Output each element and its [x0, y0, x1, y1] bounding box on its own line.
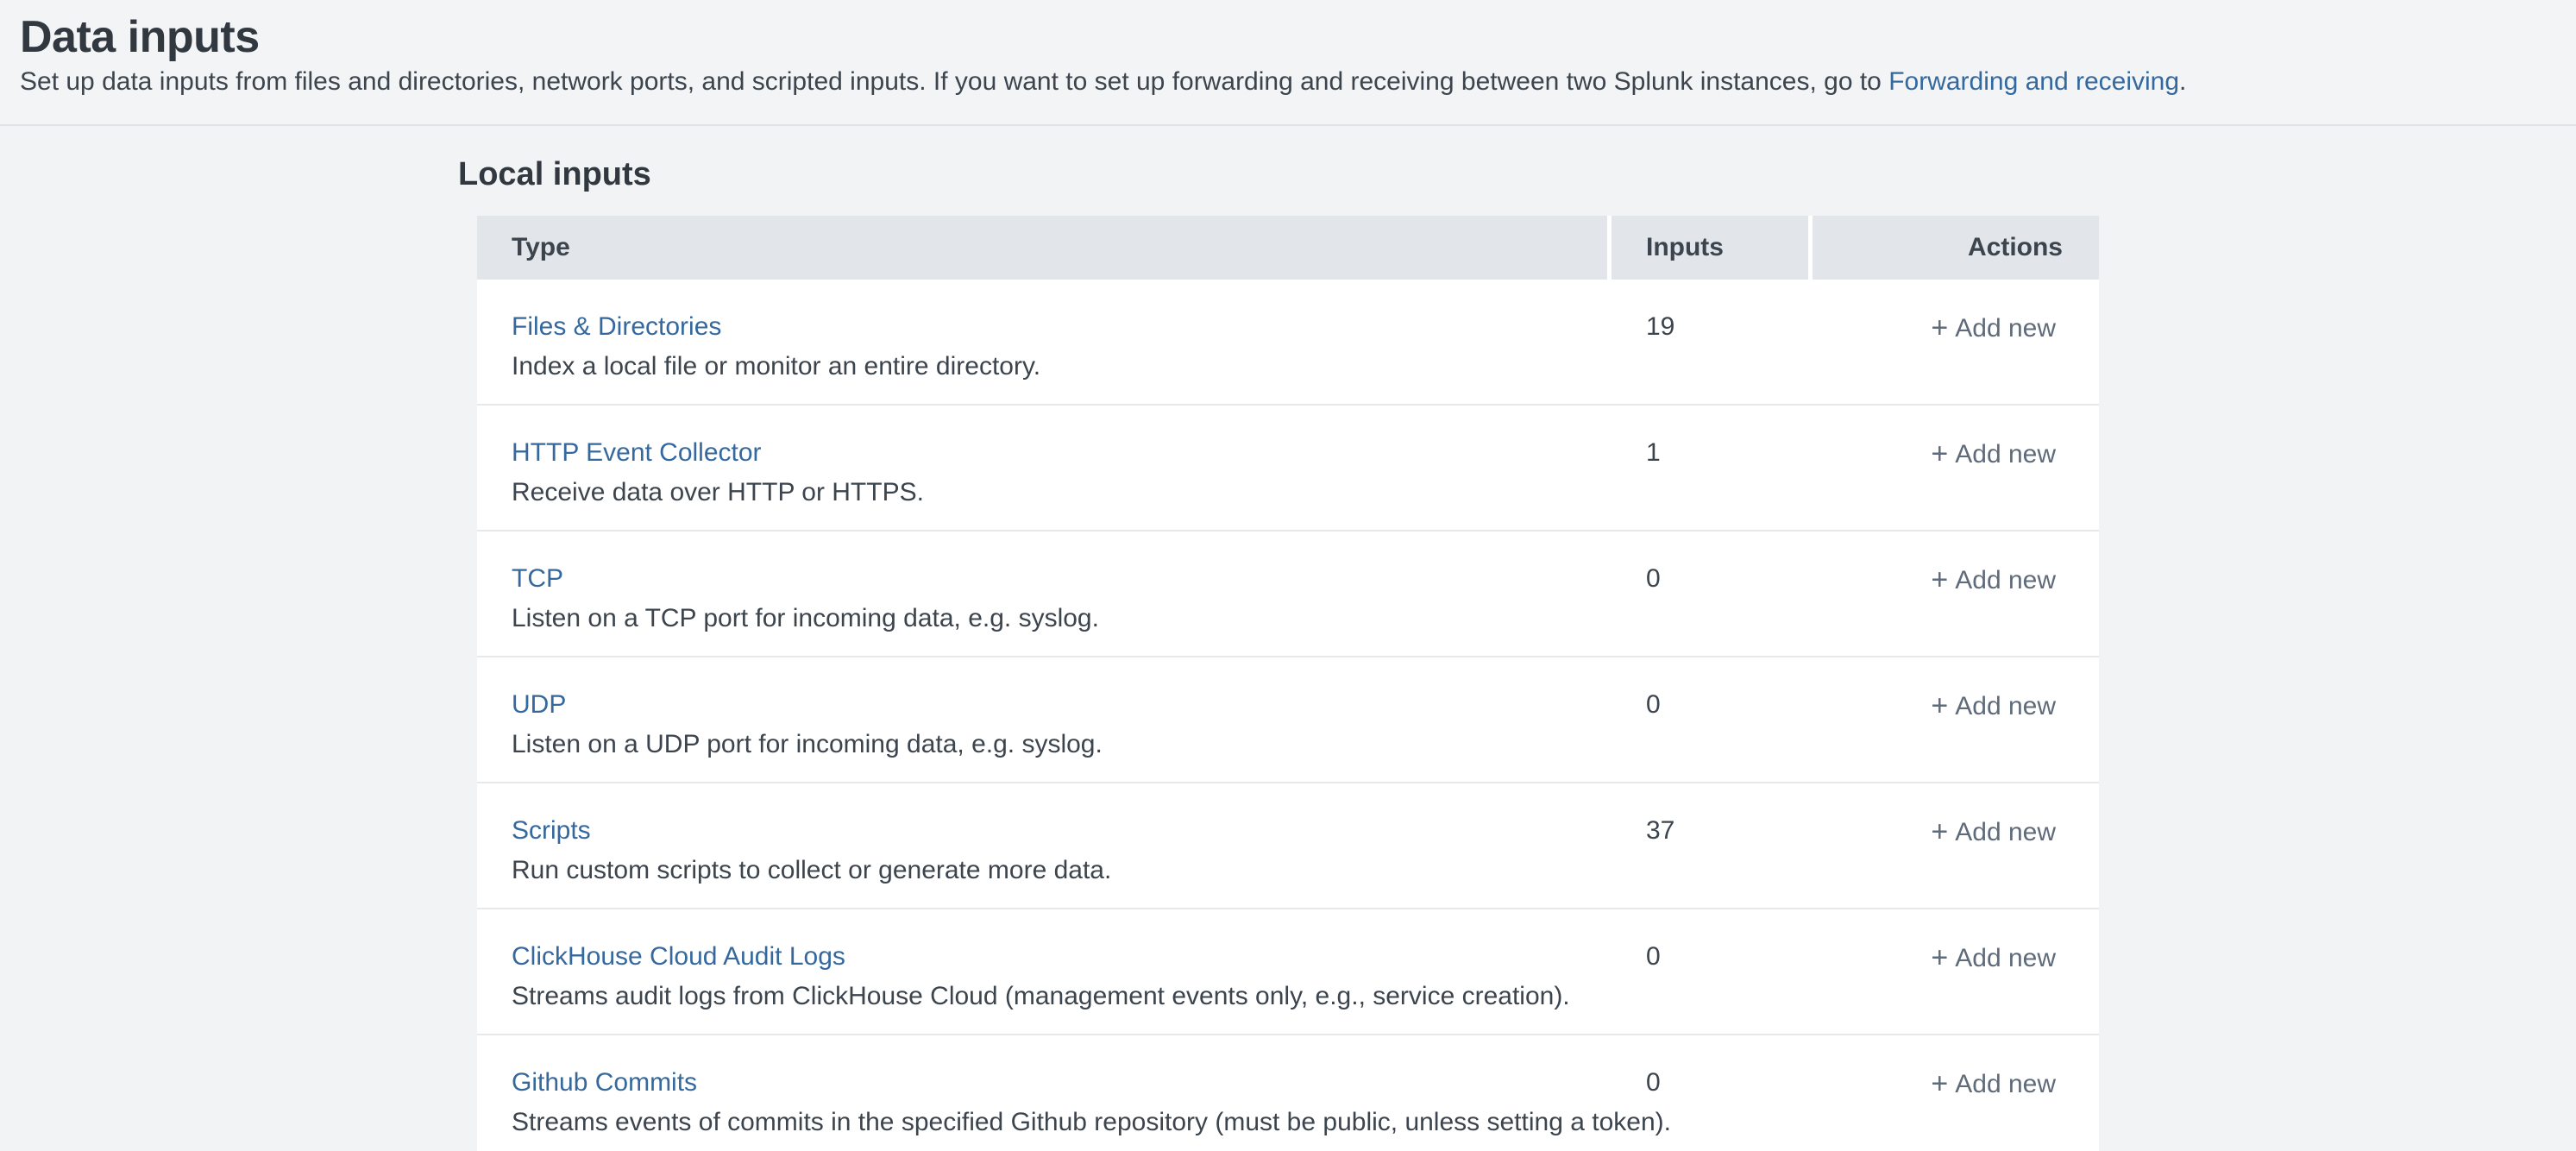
type-cell: Files & Directories Index a local file o…: [477, 280, 1607, 404]
actions-cell: +Add new: [1813, 280, 2099, 404]
inputs-count: 19: [1612, 280, 1808, 404]
table-row: UDP Listen on a UDP port for incoming da…: [477, 657, 2099, 783]
local-inputs-table: Type Inputs Actions Files & Directories …: [477, 216, 2099, 1151]
add-new-link[interactable]: +Add new: [1931, 818, 2056, 846]
add-new-label: Add new: [1955, 692, 2056, 720]
content-area: Local inputs Type Inputs Actions Files &…: [0, 155, 2576, 1151]
actions-cell: +Add new: [1813, 406, 2099, 530]
actions-cell: +Add new: [1813, 657, 2099, 782]
plus-icon: +: [1931, 1067, 1948, 1100]
input-type-description: Streams events of commits in the specifi…: [512, 1106, 1581, 1139]
add-new-link[interactable]: +Add new: [1931, 944, 2056, 972]
add-new-label: Add new: [1955, 566, 2056, 594]
input-type-link[interactable]: HTTP Event Collector: [512, 437, 762, 469]
input-type-link[interactable]: Files & Directories: [512, 311, 721, 343]
input-type-description: Listen on a UDP port for incoming data, …: [512, 728, 1581, 761]
actions-cell: +Add new: [1813, 531, 2099, 656]
add-new-label: Add new: [1955, 818, 2056, 846]
input-type-description: Streams audit logs from ClickHouse Cloud…: [512, 980, 1581, 1013]
input-type-description: Listen on a TCP port for incoming data, …: [512, 602, 1581, 635]
add-new-label: Add new: [1955, 1070, 2056, 1098]
actions-cell: +Add new: [1813, 783, 2099, 908]
add-new-label: Add new: [1955, 440, 2056, 469]
type-cell: TCP Listen on a TCP port for incoming da…: [477, 531, 1607, 656]
column-header-type: Type: [477, 216, 1607, 280]
table-row: Scripts Run custom scripts to collect or…: [477, 783, 2099, 909]
type-cell: ClickHouse Cloud Audit Logs Streams audi…: [477, 909, 1607, 1034]
page-title: Data inputs: [20, 12, 2541, 62]
subtitle-period: .: [2179, 67, 2186, 96]
table-row: TCP Listen on a TCP port for incoming da…: [477, 531, 2099, 657]
add-new-label: Add new: [1955, 944, 2056, 972]
add-new-link[interactable]: +Add new: [1931, 440, 2056, 469]
type-cell: HTTP Event Collector Receive data over H…: [477, 406, 1607, 530]
type-cell: Scripts Run custom scripts to collect or…: [477, 783, 1607, 908]
plus-icon: +: [1931, 689, 1948, 722]
input-type-description: Receive data over HTTP or HTTPS.: [512, 476, 1581, 509]
input-type-link[interactable]: TCP: [512, 563, 563, 595]
add-new-link[interactable]: +Add new: [1931, 566, 2056, 594]
table-row: Files & Directories Index a local file o…: [477, 280, 2099, 406]
local-inputs-heading: Local inputs: [458, 155, 2576, 193]
plus-icon: +: [1931, 311, 1948, 344]
plus-icon: +: [1931, 815, 1948, 848]
add-new-link[interactable]: +Add new: [1931, 1070, 2056, 1098]
add-new-link[interactable]: +Add new: [1931, 692, 2056, 720]
actions-cell: +Add new: [1813, 1035, 2099, 1151]
input-type-link[interactable]: Scripts: [512, 815, 591, 847]
inputs-count: 1: [1612, 406, 1808, 530]
table-row: HTTP Event Collector Receive data over H…: [477, 406, 2099, 531]
input-type-description: Index a local file or monitor an entire …: [512, 350, 1581, 383]
column-header-actions: Actions: [1813, 216, 2099, 280]
inputs-count: 0: [1612, 909, 1808, 1034]
plus-icon: +: [1931, 437, 1948, 470]
forwarding-and-receiving-link[interactable]: Forwarding and receiving: [1888, 67, 2179, 96]
add-new-link[interactable]: +Add new: [1931, 314, 2056, 343]
table-row: Github Commits Streams events of commits…: [477, 1035, 2099, 1151]
page-subtitle: Set up data inputs from files and direct…: [20, 66, 2541, 98]
inputs-count: 37: [1612, 783, 1808, 908]
input-type-link[interactable]: Github Commits: [512, 1066, 697, 1099]
page-header: Data inputs Set up data inputs from file…: [0, 0, 2576, 126]
actions-cell: +Add new: [1813, 909, 2099, 1034]
input-type-link[interactable]: ClickHouse Cloud Audit Logs: [512, 940, 845, 973]
input-type-link[interactable]: UDP: [512, 689, 566, 721]
type-cell: UDP Listen on a UDP port for incoming da…: [477, 657, 1607, 782]
inputs-count: 0: [1612, 531, 1808, 656]
plus-icon: +: [1931, 563, 1948, 596]
plus-icon: +: [1931, 941, 1948, 974]
column-header-inputs: Inputs: [1612, 216, 1808, 280]
add-new-label: Add new: [1955, 314, 2056, 343]
table-header-row: Type Inputs Actions: [477, 216, 2099, 280]
type-cell: Github Commits Streams events of commits…: [477, 1035, 1607, 1151]
table-row: ClickHouse Cloud Audit Logs Streams audi…: [477, 909, 2099, 1035]
subtitle-text: Set up data inputs from files and direct…: [20, 67, 1888, 96]
inputs-count: 0: [1612, 657, 1808, 782]
inputs-count: 0: [1612, 1035, 1808, 1151]
input-type-description: Run custom scripts to collect or generat…: [512, 854, 1581, 887]
